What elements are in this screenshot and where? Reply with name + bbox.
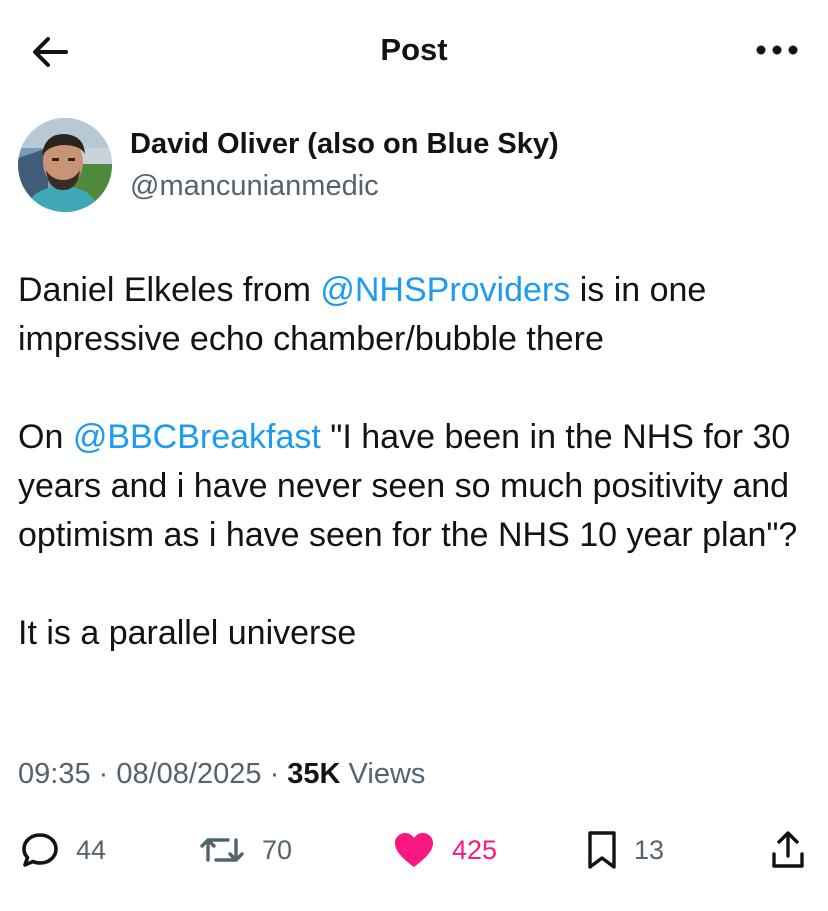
share-icon bbox=[772, 831, 804, 868]
heart-icon bbox=[395, 833, 433, 867]
like-count: 425 bbox=[452, 834, 498, 865]
bookmark-count: 13 bbox=[634, 834, 665, 865]
profile-photo bbox=[18, 118, 112, 212]
post-metadata: 09:35 · 08/08/2025 · 35K Views bbox=[18, 758, 425, 791]
views-label: Views bbox=[340, 758, 426, 790]
author-handle[interactable]: @mancunianmedic bbox=[130, 170, 379, 203]
more-horizontal-icon bbox=[756, 45, 798, 55]
post-time[interactable]: 09:35 bbox=[18, 758, 91, 790]
text-segment: Daniel Elkeles from bbox=[18, 271, 321, 309]
top-bar: Post bbox=[0, 0, 828, 100]
repost-icon bbox=[200, 838, 244, 862]
text-segment: On bbox=[18, 418, 73, 456]
text-segment: It is a parallel universe bbox=[18, 614, 357, 652]
post-date[interactable]: 08/08/2025 bbox=[116, 758, 261, 790]
repost-count: 70 bbox=[262, 834, 293, 865]
meta-separator: · bbox=[90, 758, 117, 790]
share-button[interactable] bbox=[770, 820, 806, 880]
reply-button[interactable]: 44 bbox=[20, 820, 106, 880]
speech-bubble-icon bbox=[22, 833, 58, 867]
reply-count: 44 bbox=[76, 834, 107, 865]
author-display-name[interactable]: David Oliver (also on Blue Sky) bbox=[130, 128, 559, 161]
post-paragraph: Daniel Elkeles from @NHSProviders is in … bbox=[18, 266, 808, 364]
post-paragraph: It is a parallel universe bbox=[18, 609, 808, 658]
avatar[interactable] bbox=[18, 118, 112, 212]
views-count: 35K bbox=[287, 758, 341, 790]
meta-separator: · bbox=[261, 758, 288, 790]
mention-link-bbcbreakfast[interactable]: @BBCBreakfast bbox=[73, 418, 321, 456]
post-text: Daniel Elkeles from @NHSProviders is in … bbox=[18, 266, 808, 658]
post-paragraph: On @BBCBreakfast "I have been in the NHS… bbox=[18, 413, 808, 560]
bookmark-button[interactable]: 13 bbox=[586, 820, 664, 880]
bookmark-icon bbox=[588, 831, 616, 869]
like-button[interactable]: 425 bbox=[392, 820, 497, 880]
repost-button[interactable]: 70 bbox=[198, 820, 292, 880]
post-author: David Oliver (also on Blue Sky) @mancuni… bbox=[18, 118, 808, 218]
action-bar: 44 70 425 13 bbox=[0, 820, 828, 880]
mention-link-nhsproviders[interactable]: @NHSProviders bbox=[320, 271, 570, 309]
more-options-button[interactable] bbox=[754, 40, 800, 60]
page-title: Post bbox=[380, 32, 448, 67]
